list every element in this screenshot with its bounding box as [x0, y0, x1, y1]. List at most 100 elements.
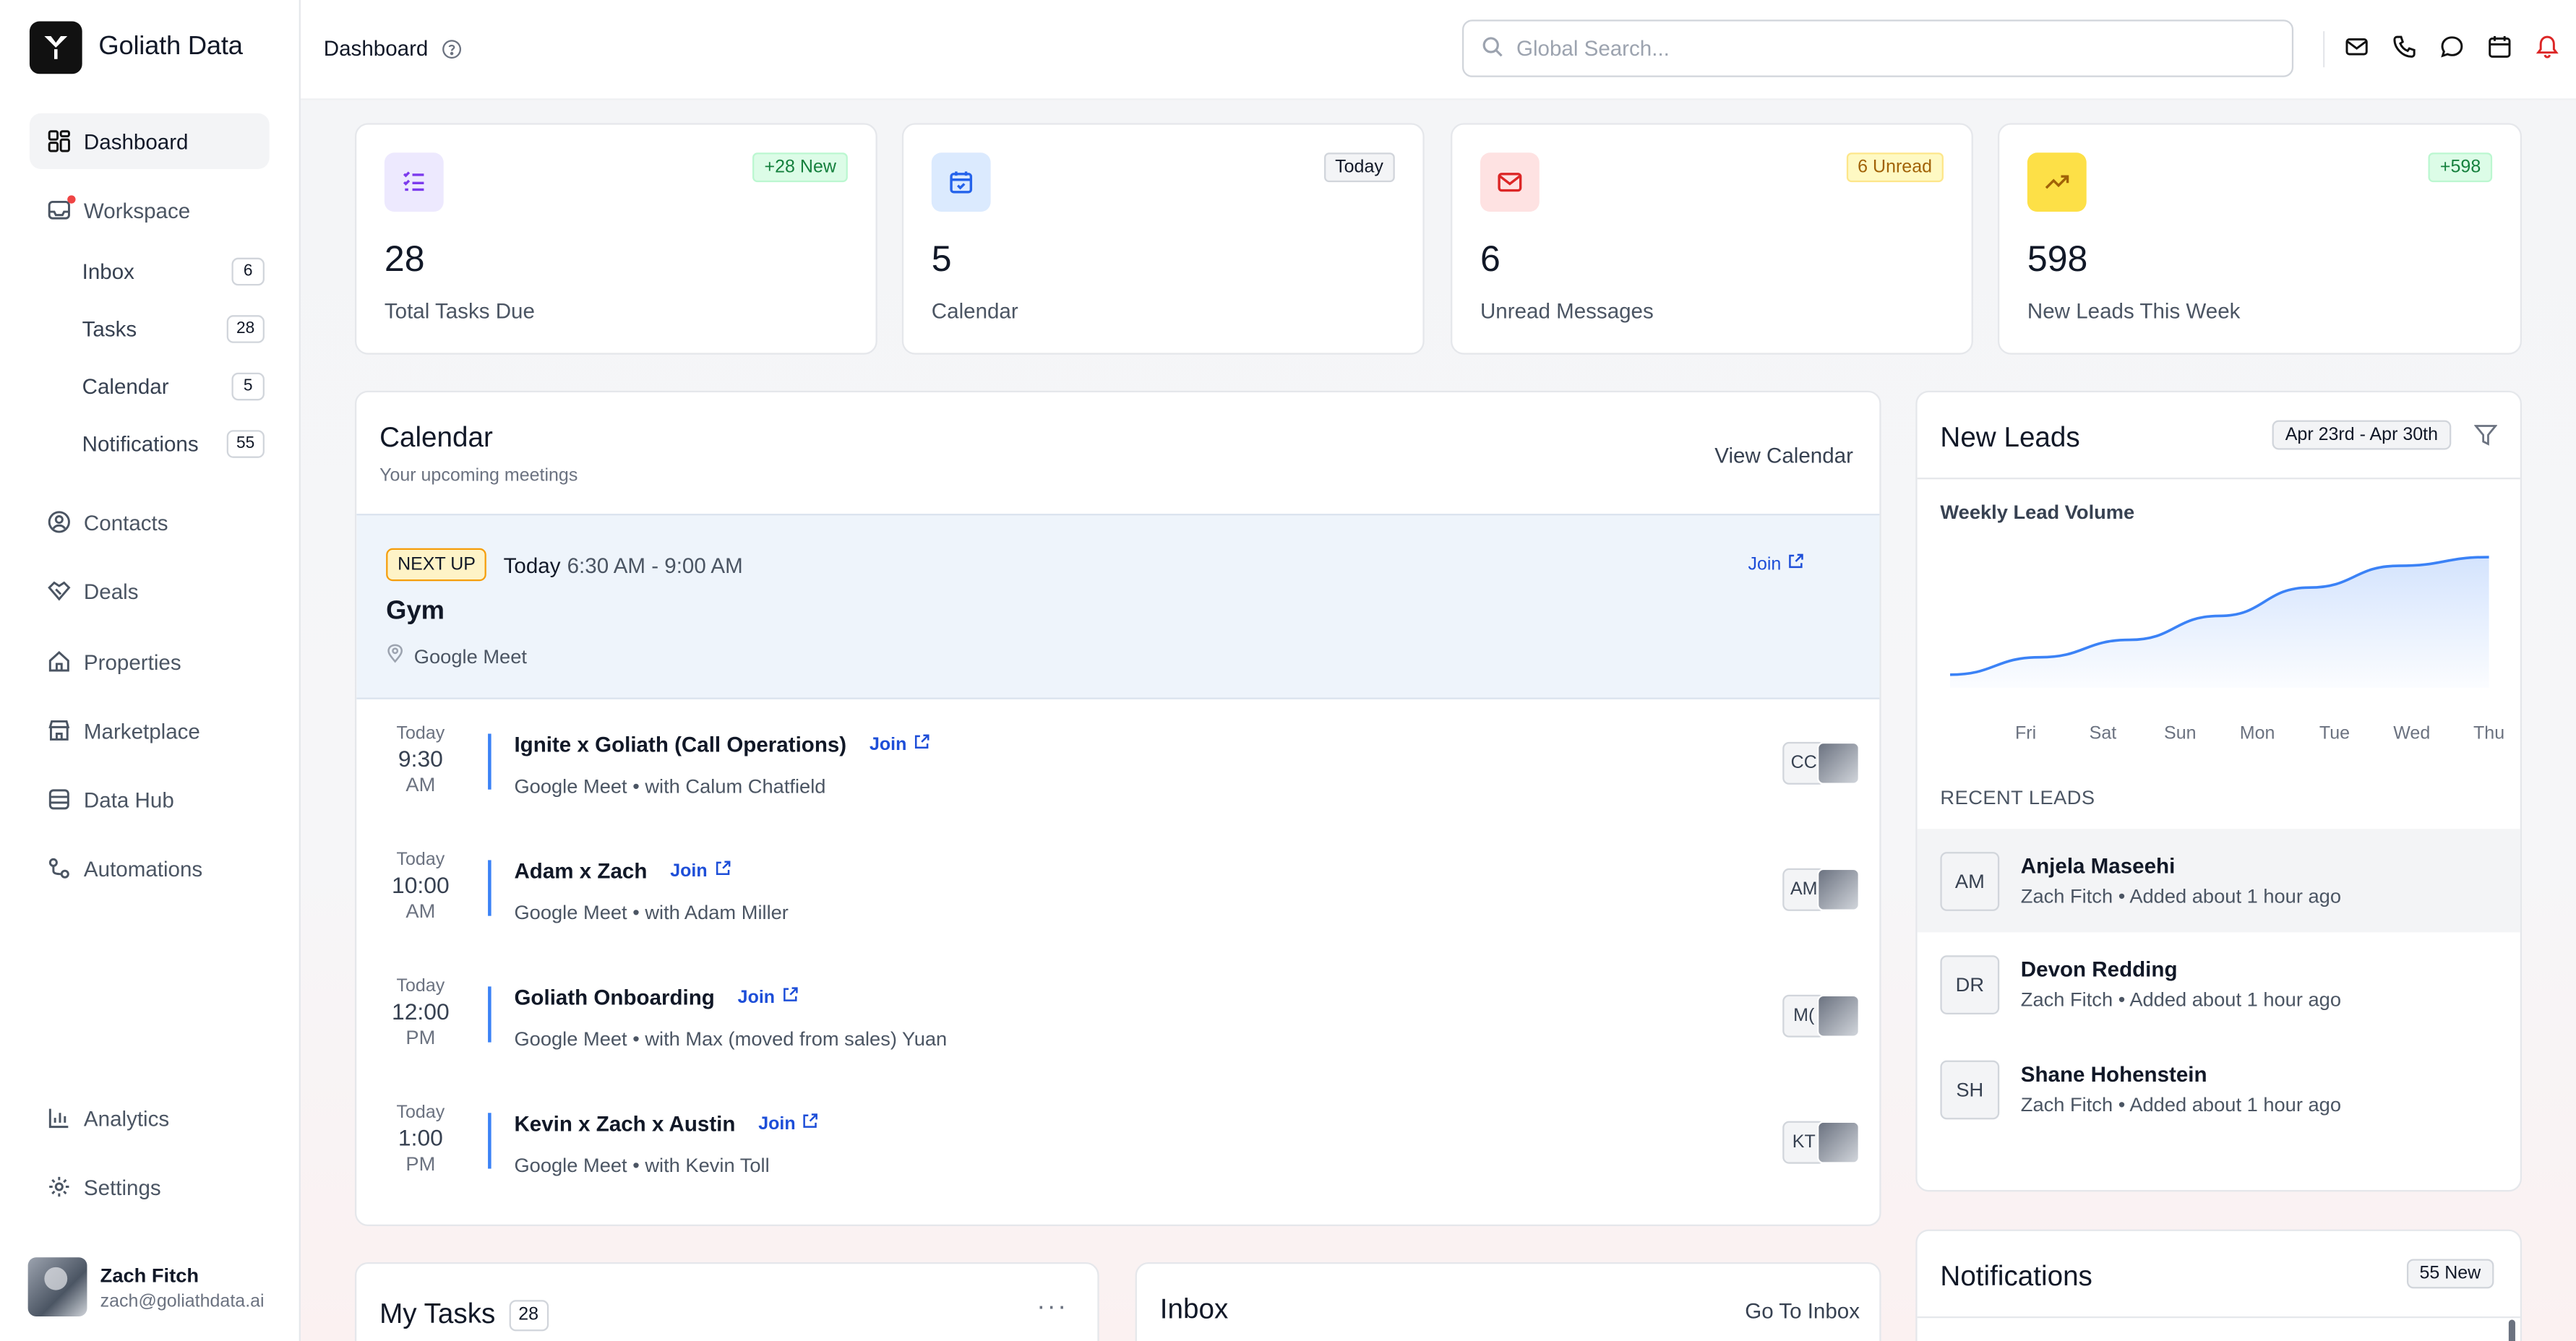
sidebar-subitem-calendar[interactable]: Calendar 5 [66, 361, 270, 410]
meeting-ampm: AM [405, 773, 436, 796]
bell-icon[interactable] [2535, 35, 2559, 61]
mail-icon [1480, 152, 1540, 212]
join-label: Join [670, 861, 708, 881]
top-actions [2345, 35, 2560, 61]
bar-chart-icon [48, 1106, 71, 1129]
gear-icon [48, 1176, 71, 1199]
sidebar-item-data-hub[interactable]: Data Hub [30, 772, 270, 827]
stat-card-tasks[interactable]: +28 New 28 Total Tasks Due [354, 123, 877, 355]
sidebar-item-deals[interactable]: Deals [30, 563, 270, 618]
meeting-title: Adam x Zach Join [514, 858, 730, 883]
sidebar-item-settings[interactable]: Settings [30, 1159, 270, 1215]
sidebar-item-dashboard[interactable]: Dashboard [29, 113, 270, 169]
stat-card-leads[interactable]: +598 598 New Leads This Week [1997, 123, 2523, 355]
sidebar-subitem-notifications[interactable]: Notifications 55 [66, 418, 270, 467]
calendar-icon[interactable] [2487, 35, 2512, 61]
meeting-row[interactable]: Today 9:30 AM Ignite x Goliath (Call Ope… [356, 724, 1879, 849]
brand[interactable]: Goliath Data [29, 21, 243, 74]
user-circle-icon [48, 511, 71, 534]
sidebar-item-workspace[interactable]: Workspace [30, 182, 270, 238]
meeting-row[interactable]: Today 1:00 PM Kevin x Zach x Austin Join… [356, 1103, 1879, 1225]
join-link[interactable]: Join [738, 986, 798, 1008]
avatar [1816, 741, 1860, 785]
join-link[interactable]: Join [758, 1113, 818, 1134]
sidebar-subitem-tasks[interactable]: Tasks 28 [66, 303, 270, 353]
lead-row[interactable]: AM Anjela Maseehi Zach Fitch • Added abo… [1917, 829, 2520, 933]
more-options-icon[interactable]: ··· [1036, 1293, 1068, 1323]
database-icon [48, 788, 71, 811]
external-link-icon [1787, 553, 1804, 575]
x-tick-label: Mon [2240, 723, 2275, 743]
meeting-time: Today 10:00 AM [386, 850, 455, 923]
chat-icon[interactable] [2439, 35, 2464, 61]
stat-badge: 6 Unread [1846, 152, 1944, 183]
go-to-inbox-link[interactable]: Go To Inbox [1745, 1298, 1860, 1323]
x-tick-label: Tue [2319, 723, 2350, 743]
x-tick-label: Fri [2015, 723, 2036, 743]
lead-initials: SH [1940, 1060, 2000, 1120]
home-icon [48, 650, 71, 673]
divider [1917, 478, 2520, 480]
search-input[interactable]: Global Search... [1461, 20, 2294, 77]
leads-title: New Leads [1940, 421, 2080, 454]
user-profile[interactable]: Zach Fitch zach@goliathdata.ai [27, 1257, 265, 1316]
lead-row[interactable]: DR Devon Redding Zach Fitch • Added abou… [1918, 932, 2520, 1035]
join-link[interactable]: Join [870, 733, 929, 755]
stat-badge: Today [1323, 152, 1395, 183]
join-label: Join [737, 987, 776, 1007]
view-calendar-link[interactable]: View Calendar [1714, 443, 1853, 467]
new-leads-card: New Leads Apr 23rd - Apr 30th Weekly Lea… [1915, 390, 2523, 1192]
subitem-label: Inbox [82, 258, 134, 283]
calendar-card: Calendar Your upcoming meetings View Cal… [354, 390, 1881, 1227]
sidebar-item-label: Dashboard [83, 129, 189, 154]
next-up-meeting[interactable]: NEXT UP Today 6:30 AM - 9:00 AM Join Gym… [356, 514, 1880, 699]
goliath-logo-icon [29, 21, 82, 74]
count-badge: 5 [231, 371, 265, 400]
meeting-day: Today [396, 1103, 445, 1123]
meeting-detail: Google Meet • with Kevin Toll [514, 1154, 770, 1177]
meeting-title: Ignite x Goliath (Call Operations) Join [514, 732, 929, 756]
mail-icon[interactable] [2345, 35, 2369, 61]
meeting-title-text: Ignite x Goliath (Call Operations) [514, 732, 847, 757]
attendee-avatars: M( [1782, 994, 1860, 1038]
sidebar-item-marketplace[interactable]: Marketplace [30, 702, 270, 758]
meeting-detail: Google Meet • with Max (moved from sales… [514, 1027, 948, 1051]
sidebar-item-contacts[interactable]: Contacts [30, 494, 270, 550]
stat-card-messages[interactable]: 6 Unread 6 Unread Messages [1451, 123, 1973, 355]
help-icon[interactable] [442, 38, 461, 58]
meeting-accent-bar [488, 1113, 491, 1169]
join-link[interactable]: Join [1748, 553, 1804, 575]
sidebar-item-analytics[interactable]: Analytics [30, 1090, 270, 1145]
dashboard-main: +28 New 28 Total Tasks Due Today 5 Calen… [300, 100, 2576, 1341]
meeting-day: Today [396, 850, 445, 871]
avatar [1816, 868, 1860, 911]
sidebar-subitem-inbox[interactable]: Inbox 6 [66, 246, 270, 296]
topbar: Dashboard Global Search... [300, 0, 2576, 100]
stat-card-calendar[interactable]: Today 5 Calendar [901, 123, 1425, 355]
grid-icon [48, 129, 71, 152]
subitem-label: Notifications [82, 431, 199, 456]
meeting-time: Today 9:30 AM [386, 724, 455, 796]
sidebar-item-automations[interactable]: Automations [30, 840, 270, 896]
recent-leads-header: RECENT LEADS [1940, 786, 2095, 809]
scrollbar[interactable] [2508, 1319, 2515, 1341]
lead-row[interactable]: SH Shane Hohenstein Zach Fitch • Added a… [1918, 1038, 2520, 1141]
count-badge: 28 [226, 314, 265, 342]
join-label: Join [1748, 553, 1782, 574]
join-link[interactable]: Join [670, 860, 730, 881]
meeting-row[interactable]: Today 12:00 PM Goliath Onboarding Join G… [356, 977, 1879, 1102]
breadcrumb: Dashboard [324, 36, 461, 61]
avatar [1816, 994, 1860, 1038]
meeting-row[interactable]: Today 10:00 AM Adam x Zach Join Google M… [356, 850, 1879, 975]
filter-icon[interactable] [2473, 423, 2498, 454]
meeting-ampm: AM [405, 899, 436, 923]
stat-value: 28 [384, 238, 425, 280]
avatar [27, 1257, 87, 1316]
search-icon [1482, 35, 1503, 61]
date-range-badge[interactable]: Apr 23rd - Apr 30th [2272, 420, 2452, 450]
sidebar-item-label: Analytics [83, 1105, 170, 1131]
sidebar-item-properties[interactable]: Properties [30, 634, 270, 689]
phone-icon[interactable] [2392, 35, 2416, 61]
meeting-hour: 9:30 [398, 745, 443, 772]
calendar-check-icon [931, 152, 991, 212]
